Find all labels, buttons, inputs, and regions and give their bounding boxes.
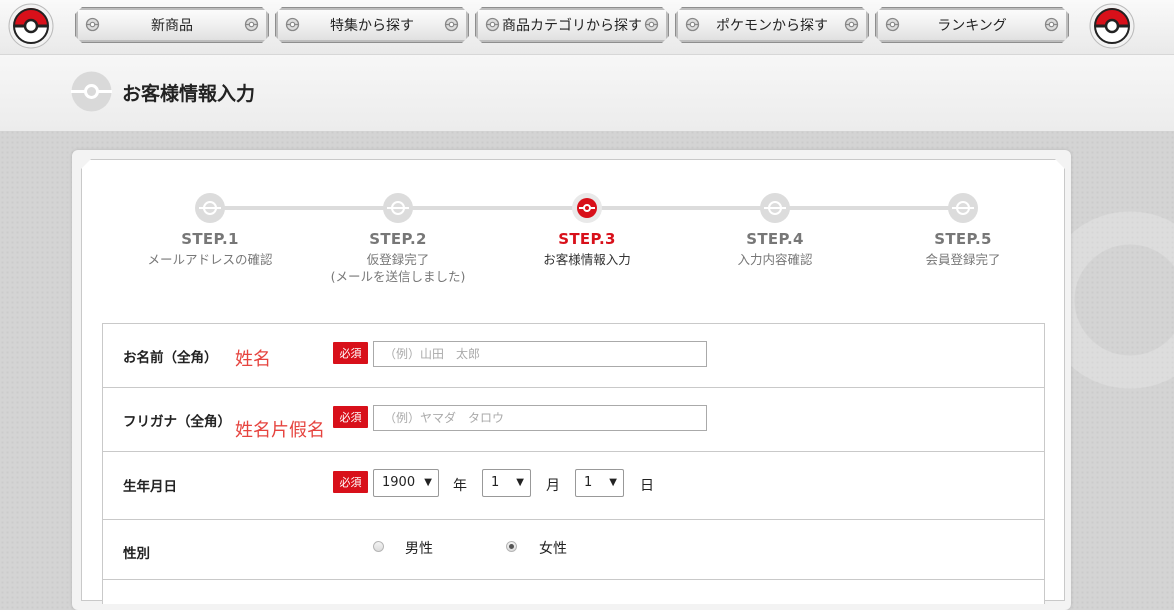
- dropdown-arrow-icon: ▼: [424, 477, 432, 488]
- form-row-name: お名前（全角） 姓名 必須: [103, 324, 1044, 388]
- dropdown-arrow-icon: ▼: [516, 477, 524, 488]
- kana-input[interactable]: [373, 405, 707, 431]
- page-title: お客様情報入力: [122, 83, 256, 105]
- step-indicator-icon: [383, 193, 413, 223]
- select-value: 1900: [382, 475, 416, 490]
- step-label: 入力内容確認: [737, 252, 813, 267]
- pokeball-mini-icon: [244, 17, 259, 32]
- pokeball-mini-icon: [444, 17, 459, 32]
- gender-male-radio[interactable]: [373, 541, 384, 552]
- nav-label: 商品カテゴリから探す: [502, 18, 642, 34]
- pokeball-logo-icon[interactable]: [8, 3, 54, 49]
- customer-info-form: お名前（全角） 姓名 必須 フリガナ（全角） 姓名片假名 必須 生年月日 必須 …: [102, 323, 1045, 604]
- step-number: STEP.4: [746, 230, 804, 248]
- nav-categories-button[interactable]: 商品カテゴリから探す: [475, 7, 669, 43]
- step-indicator-icon: [195, 193, 225, 223]
- step-2: STEP.2 仮登録完了 (メールを送信しました): [308, 193, 488, 285]
- nav-label: ポケモンから探す: [716, 18, 828, 34]
- step-label: メールアドレスの確認: [147, 252, 273, 267]
- nav-new-products-button[interactable]: 新商品: [75, 7, 269, 43]
- gender-label: 性別: [123, 546, 150, 562]
- birth-month-select[interactable]: 1 ▼: [482, 469, 531, 497]
- nav-label: 新商品: [151, 18, 193, 34]
- nav-pokemon-button[interactable]: ポケモンから探す: [675, 7, 869, 43]
- birthday-label: 生年月日: [123, 479, 177, 495]
- nav-features-button[interactable]: 特集から探す: [275, 7, 469, 43]
- pokeball-mini-icon: [685, 17, 700, 32]
- pokeball-mini-icon: [85, 17, 100, 32]
- form-row-birthday: 生年月日 必須 1900 ▼ 年 1 ▼ 月 1 ▼ 日: [103, 452, 1044, 520]
- day-unit: 日: [640, 478, 654, 494]
- pokeball-mini-icon: [885, 17, 900, 32]
- kana-label: フリガナ（全角）: [123, 414, 231, 430]
- name-annotation: 姓名: [235, 349, 271, 370]
- step-number: STEP.5: [934, 230, 992, 248]
- gender-female-label[interactable]: 女性: [539, 538, 567, 558]
- step-5: STEP.5 会員登録完了: [873, 193, 1053, 268]
- form-row-gender: 性別 男性 女性: [103, 520, 1044, 580]
- gender-female-radio[interactable]: [506, 541, 517, 552]
- step-indicator-icon: [948, 193, 978, 223]
- kana-annotation: 姓名片假名: [235, 420, 325, 441]
- step-indicator-active-icon: [572, 193, 602, 223]
- pokeball-outline-icon: [71, 71, 112, 112]
- step-label: お客様情報入力: [543, 252, 631, 267]
- year-unit: 年: [453, 478, 467, 494]
- pokeball-mini-icon: [844, 17, 859, 32]
- step-label: 仮登録完了: [366, 252, 430, 267]
- top-navigation: 新商品 特集から探す 商品カテゴリから探す ポケモンから探す ランキング: [0, 0, 1174, 55]
- step-indicator-icon: [760, 193, 790, 223]
- pokeball-mini-icon: [285, 17, 300, 32]
- pokeball-mini-icon: [485, 17, 500, 32]
- form-row-kana: フリガナ（全角） 姓名片假名 必須: [103, 388, 1044, 452]
- birth-year-select[interactable]: 1900 ▼: [373, 469, 439, 497]
- month-unit: 月: [546, 478, 560, 494]
- birth-day-select[interactable]: 1 ▼: [575, 469, 624, 497]
- step-4: STEP.4 入力内容確認: [685, 193, 865, 268]
- name-input[interactable]: [373, 341, 707, 367]
- pokeball-cart-icon[interactable]: [1089, 3, 1135, 49]
- step-label: 会員登録完了: [925, 252, 1001, 267]
- nav-label: ランキング: [937, 18, 1007, 34]
- dropdown-arrow-icon: ▼: [609, 477, 617, 488]
- step-number: STEP.2: [369, 230, 427, 248]
- select-value: 1: [491, 475, 500, 490]
- name-label: お名前（全角）: [123, 350, 218, 366]
- select-value: 1: [584, 475, 593, 490]
- page-header: お客様情報入力: [0, 55, 1174, 131]
- step-sublabel: (メールを送信しました): [330, 269, 466, 284]
- required-badge: 必須: [333, 406, 368, 428]
- gender-male-label[interactable]: 男性: [405, 538, 433, 558]
- nav-ranking-button[interactable]: ランキング: [875, 7, 1069, 43]
- step-number: STEP.1: [181, 230, 239, 248]
- step-3-current: STEP.3 お客様情報入力: [497, 193, 677, 268]
- required-badge: 必須: [333, 342, 368, 364]
- pokeball-mini-icon: [1044, 17, 1059, 32]
- required-badge: 必須: [333, 471, 368, 493]
- nav-label: 特集から探す: [330, 18, 414, 34]
- step-1: STEP.1 メールアドレスの確認: [120, 193, 300, 268]
- step-number: STEP.3: [558, 230, 616, 248]
- pokeball-mini-icon: [644, 17, 659, 32]
